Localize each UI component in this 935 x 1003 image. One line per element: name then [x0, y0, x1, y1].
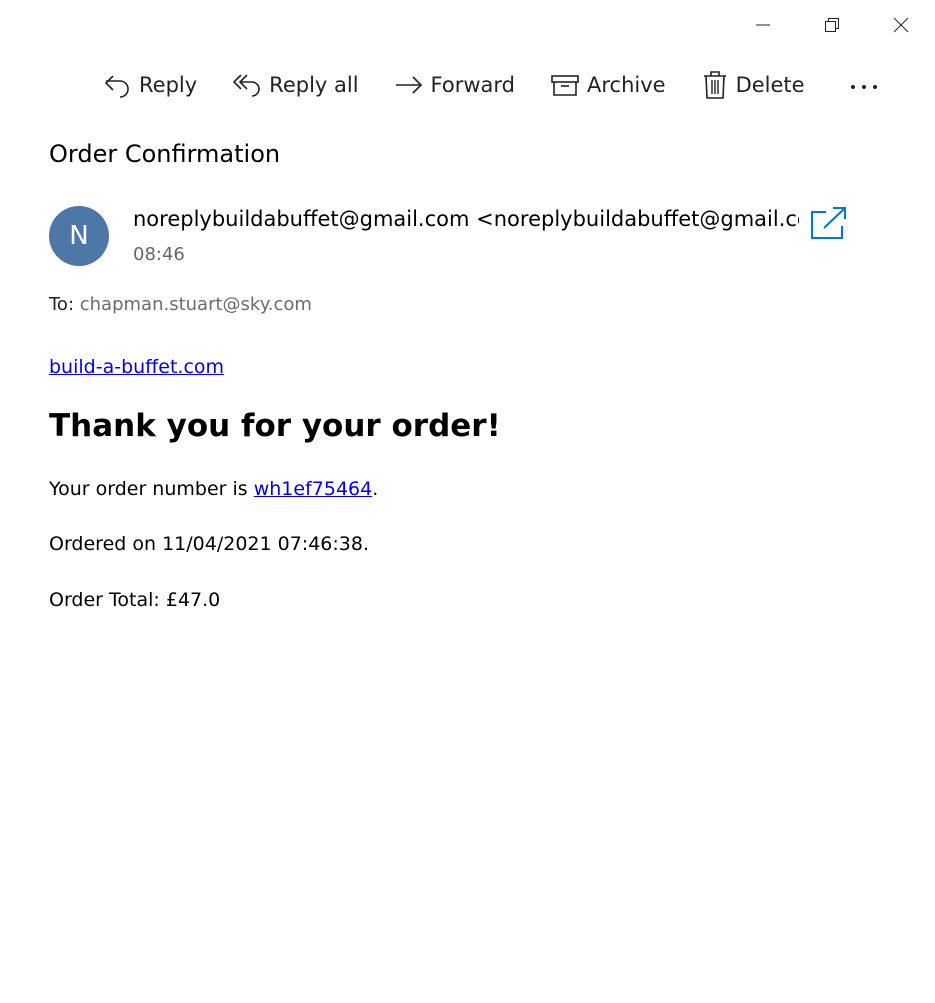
trash-icon: [702, 70, 728, 100]
order-number-line: Your order number is wh1ef75464.: [49, 478, 889, 500]
site-link[interactable]: build-a-buffet.com: [49, 356, 224, 378]
message-time: 08:46: [133, 244, 185, 265]
forward-label: Forward: [430, 73, 515, 97]
order-number-suffix: .: [372, 478, 379, 500]
to-label: To:: [49, 294, 75, 315]
more-icon: [849, 73, 879, 97]
restore-button[interactable]: [797, 0, 866, 50]
archive-button[interactable]: Archive: [551, 66, 666, 104]
popout-icon: [810, 207, 848, 244]
minimize-button[interactable]: [728, 0, 797, 50]
avatar: N: [49, 206, 109, 266]
reply-all-button[interactable]: Reply all: [233, 66, 359, 104]
order-number-prefix: Your order number is: [49, 478, 254, 500]
more-actions-button[interactable]: [845, 66, 883, 104]
to-address[interactable]: chapman.stuart@sky.com: [80, 294, 312, 315]
delete-button[interactable]: Delete: [702, 66, 805, 104]
forward-button[interactable]: Forward: [395, 66, 515, 104]
reply-all-icon: [233, 71, 261, 99]
close-icon: [893, 17, 909, 33]
body-heading: Thank you for your order!: [49, 408, 501, 444]
reply-button[interactable]: Reply: [103, 66, 197, 104]
forward-icon: [395, 71, 423, 99]
email-reading-window: Reply Reply all Forward Archive Delete O…: [0, 0, 935, 1003]
message-body: build-a-buffet.com Thank you for your or…: [49, 356, 889, 611]
order-number-link[interactable]: wh1ef75464: [254, 478, 373, 500]
delete-label: Delete: [735, 73, 805, 97]
recipient-line: To: chapman.stuart@sky.com: [49, 294, 312, 315]
window-controls: [728, 0, 935, 50]
open-in-new-window-button[interactable]: [810, 206, 848, 244]
sender-line[interactable]: noreplybuildabuffet@gmail.com <noreplybu…: [133, 207, 799, 231]
reply-icon: [103, 71, 131, 99]
ordered-on-line: Ordered on 11/04/2021 07:46:38.: [49, 533, 369, 555]
sender-address: <noreplybuildabuffet@gmail.com>: [476, 207, 799, 231]
archive-icon: [551, 71, 579, 99]
avatar-initial: N: [69, 221, 89, 251]
minimize-icon: [755, 17, 771, 33]
reply-all-label: Reply all: [269, 73, 359, 97]
reply-label: Reply: [139, 73, 198, 97]
message-toolbar: Reply Reply all Forward Archive Delete: [103, 66, 883, 104]
sender-name: noreplybuildabuffet@gmail.com: [133, 207, 470, 231]
order-total-line: Order Total: £47.0: [49, 589, 221, 611]
restore-icon: [824, 17, 840, 33]
archive-label: Archive: [587, 73, 666, 97]
message-subject: Order Confirmation: [49, 140, 281, 168]
close-button[interactable]: [866, 0, 935, 50]
